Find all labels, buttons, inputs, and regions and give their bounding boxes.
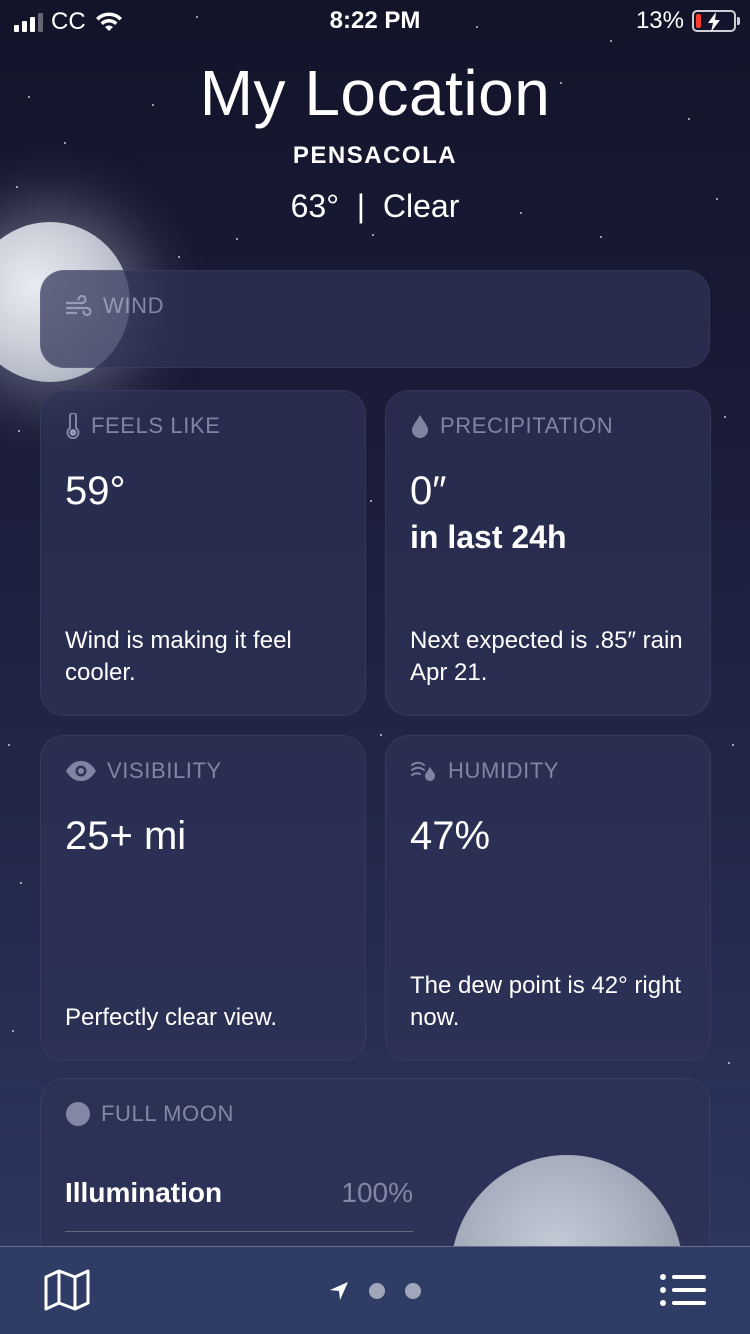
precipitation-period: in last 24h xyxy=(410,519,567,555)
visibility-note: Perfectly clear view. xyxy=(65,1004,278,1031)
precipitation-card[interactable]: PRECIPITATION 0″ in last 24h Next expect… xyxy=(385,390,711,716)
humidity-header: HUMIDITY xyxy=(410,758,559,784)
current-condition: Clear xyxy=(382,188,460,224)
location-header: My Location PENSACOLA 63° | Clear xyxy=(0,56,750,225)
precipitation-value: 0″ xyxy=(410,469,447,513)
status-right: 13% xyxy=(635,7,740,35)
wind-header: WIND xyxy=(65,293,164,319)
precipitation-label: PRECIPITATION xyxy=(440,413,614,438)
visibility-card[interactable]: VISIBILITY 25+ mi Perfectly clear view. xyxy=(40,735,366,1061)
page-dot[interactable] xyxy=(369,1283,385,1299)
visibility-value: 25+ mi xyxy=(65,814,187,858)
precipitation-note: Next expected is .85″ rain Apr 21. xyxy=(410,627,683,686)
location-arrow-icon[interactable] xyxy=(329,1281,349,1301)
page-indicator[interactable] xyxy=(0,1281,750,1301)
battery-charging-icon xyxy=(692,10,740,32)
visibility-header: VISIBILITY xyxy=(65,758,222,784)
feels-like-card[interactable]: FEELS LIKE 59° Wind is making it feel co… xyxy=(40,390,366,716)
humidity-note: The dew point is 42° right now. xyxy=(410,972,682,1031)
page-dot[interactable] xyxy=(405,1283,421,1299)
page-title: My Location xyxy=(199,57,551,129)
battery-level-fill xyxy=(696,14,701,28)
humidity-label: HUMIDITY xyxy=(448,758,560,783)
feels-like-note: Wind is making it feel cooler. xyxy=(65,627,292,686)
moon-phase-label: FULL MOON xyxy=(101,1101,234,1126)
raindrop-icon xyxy=(412,415,428,438)
feels-like-header: FEELS LIKE xyxy=(65,413,221,439)
battery-percent: 13% xyxy=(635,7,684,34)
visibility-label: VISIBILITY xyxy=(107,758,222,783)
eye-icon xyxy=(66,761,96,781)
wind-label: WIND xyxy=(103,293,165,318)
humidity-card[interactable]: HUMIDITY 47% The dew point is 42° right … xyxy=(385,735,711,1061)
wind-icon xyxy=(65,295,92,317)
summary-separator: | xyxy=(356,188,366,224)
illumination-value: 100% xyxy=(341,1177,413,1208)
row-divider xyxy=(65,1231,413,1232)
feels-like-label: FEELS LIKE xyxy=(91,413,221,438)
feels-like-value: 59° xyxy=(65,469,126,513)
list-icon[interactable] xyxy=(660,1273,706,1307)
humidity-icon xyxy=(411,761,435,781)
weather-summary: 63° | Clear xyxy=(0,188,750,225)
city-name: PENSACOLA xyxy=(292,142,458,169)
humidity-value: 47% xyxy=(410,814,491,858)
precipitation-header: PRECIPITATION xyxy=(410,413,613,439)
status-bar: CC 8:22 PM 13% xyxy=(0,0,750,40)
wind-card[interactable]: WIND xyxy=(40,270,710,368)
illumination-label: Illumination xyxy=(65,1177,223,1208)
moon-phase-icon xyxy=(66,1102,90,1126)
bottom-toolbar xyxy=(0,1246,750,1334)
moon-phase-header: FULL MOON xyxy=(65,1101,234,1127)
current-temperature: 63° xyxy=(290,188,340,224)
thermometer-icon xyxy=(66,413,80,439)
illumination-row: Illumination 100% xyxy=(65,1177,413,1209)
